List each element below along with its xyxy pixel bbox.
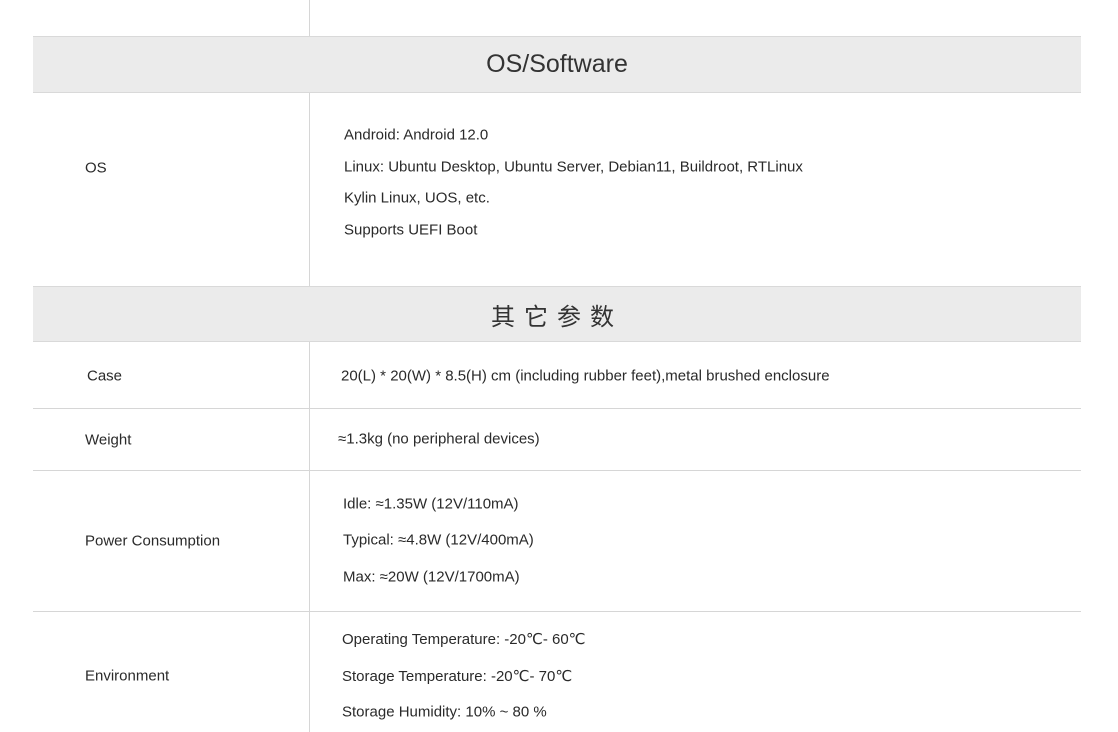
- row-value-line: Storage Humidity: 10% ~ 80 %: [342, 703, 547, 721]
- row-label-os: OS: [85, 159, 107, 177]
- row-value-line: Operating Temperature: -20℃- 60℃: [342, 631, 586, 648]
- spec-row-case: Case 20(L) * 20(W) * 8.5(H) cm (includin…: [33, 341, 1081, 409]
- section-title: OS/Software: [486, 50, 628, 78]
- spec-row-weight: Weight ≈1.3kg (no peripheral devices): [33, 408, 1081, 471]
- row-label-power: Power Consumption: [85, 532, 221, 550]
- row-value-line: 20(L) * 20(W) * 8.5(H) cm (including rub…: [341, 367, 830, 385]
- row-label-case: Case: [87, 367, 123, 385]
- row-value-line: Typical: ≈4.8W (12V/400mA): [343, 531, 534, 549]
- row-value-line: Max: ≈20W (12V/1700mA): [343, 568, 520, 586]
- section-header-other-params: 其它参数: [33, 286, 1081, 342]
- row-value-line: Idle: ≈1.35W (12V/110mA): [343, 495, 519, 513]
- row-label-environment: Environment: [85, 667, 170, 685]
- spec-row-os: OS Android: Android 12.0 Linux: Ubuntu D…: [33, 92, 1081, 287]
- row-value-line: Storage Temperature: -20℃- 70℃: [342, 668, 573, 685]
- section-title: 其它参数: [491, 302, 623, 331]
- spec-row-environment: Environment Operating Temperature: -20℃-…: [33, 611, 1081, 732]
- row-value-line: Android: Android 12.0: [344, 126, 489, 144]
- row-value-line: ≈1.3kg (no peripheral devices): [338, 430, 540, 448]
- section-header-os-software: OS/Software: [33, 36, 1081, 93]
- row-label-weight: Weight: [85, 431, 132, 449]
- row-value-line: Kylin Linux, UOS, etc.: [344, 189, 490, 207]
- spec-row-power: Power Consumption Idle: ≈1.35W (12V/110m…: [33, 470, 1081, 612]
- row-value-line: Supports UEFI Boot: [344, 221, 478, 239]
- spec-table: OS/Software OS Android: Android 12.0 Lin…: [33, 0, 1081, 732]
- row-value-line: Linux: Ubuntu Desktop, Ubuntu Server, De…: [344, 158, 803, 176]
- column-divider-top: [309, 0, 310, 37]
